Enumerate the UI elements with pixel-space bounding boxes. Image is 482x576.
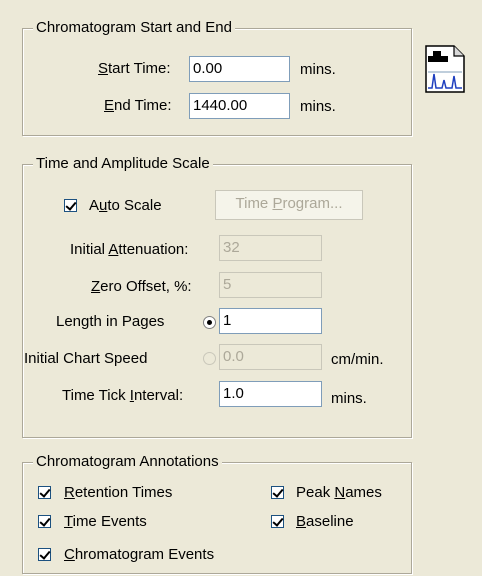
zero-offset-label: Zero Offset, %: (91, 278, 192, 295)
length-in-pages-radio[interactable] (203, 316, 216, 329)
chromatogram-page-icon[interactable] (424, 44, 466, 94)
peak-names-label: Peak Names (296, 484, 382, 501)
chart-speed-label: Initial Chart Speed (24, 350, 148, 367)
chart-speed-input[interactable]: 0.0 (219, 344, 322, 370)
time-program-button[interactable]: Time Program... (215, 190, 363, 220)
time-amplitude-legend: Time and Amplitude Scale (33, 155, 213, 172)
chart-speed-radio[interactable] (203, 352, 216, 365)
time-tick-label: Time Tick Interval: (62, 387, 184, 404)
auto-scale-checkbox[interactable] (64, 199, 77, 212)
annotations-legend: Chromatogram Annotations (33, 453, 222, 470)
initial-attenuation-input[interactable]: 32 (219, 235, 322, 261)
zero-offset-input[interactable]: 5 (219, 272, 322, 298)
baseline-label: Baseline (296, 513, 354, 530)
start-time-input[interactable]: 0.00 (189, 56, 290, 82)
peak-names-checkbox[interactable] (271, 486, 284, 499)
end-time-label: End Time: (104, 97, 172, 114)
initial-attenuation-label: Initial Attenuation: (70, 241, 189, 258)
time-events-checkbox[interactable] (38, 515, 51, 528)
start-time-label: Start Time: (98, 60, 171, 77)
retention-times-label: Retention Times (64, 484, 173, 501)
chromatogram-events-label: Chromatogram Events (64, 546, 215, 563)
time-tick-unit: mins. (331, 390, 367, 407)
chromatogram-events-checkbox[interactable] (38, 548, 51, 561)
end-time-unit: mins. (300, 98, 336, 115)
length-in-pages-label: Length in Pages (56, 313, 165, 330)
start-end-group: Chromatogram Start and End (22, 19, 412, 136)
auto-scale-label: Auto Scale (89, 197, 162, 214)
time-events-label: Time Events (64, 513, 147, 530)
chart-speed-unit: cm/min. (331, 351, 384, 368)
length-in-pages-input[interactable]: 1 (219, 308, 322, 334)
start-end-legend: Chromatogram Start and End (33, 19, 235, 36)
retention-times-checkbox[interactable] (38, 486, 51, 499)
baseline-checkbox[interactable] (271, 515, 284, 528)
end-time-input[interactable]: 1440.00 (189, 93, 290, 119)
start-time-unit: mins. (300, 61, 336, 78)
time-tick-input[interactable]: 1.0 (219, 381, 322, 407)
